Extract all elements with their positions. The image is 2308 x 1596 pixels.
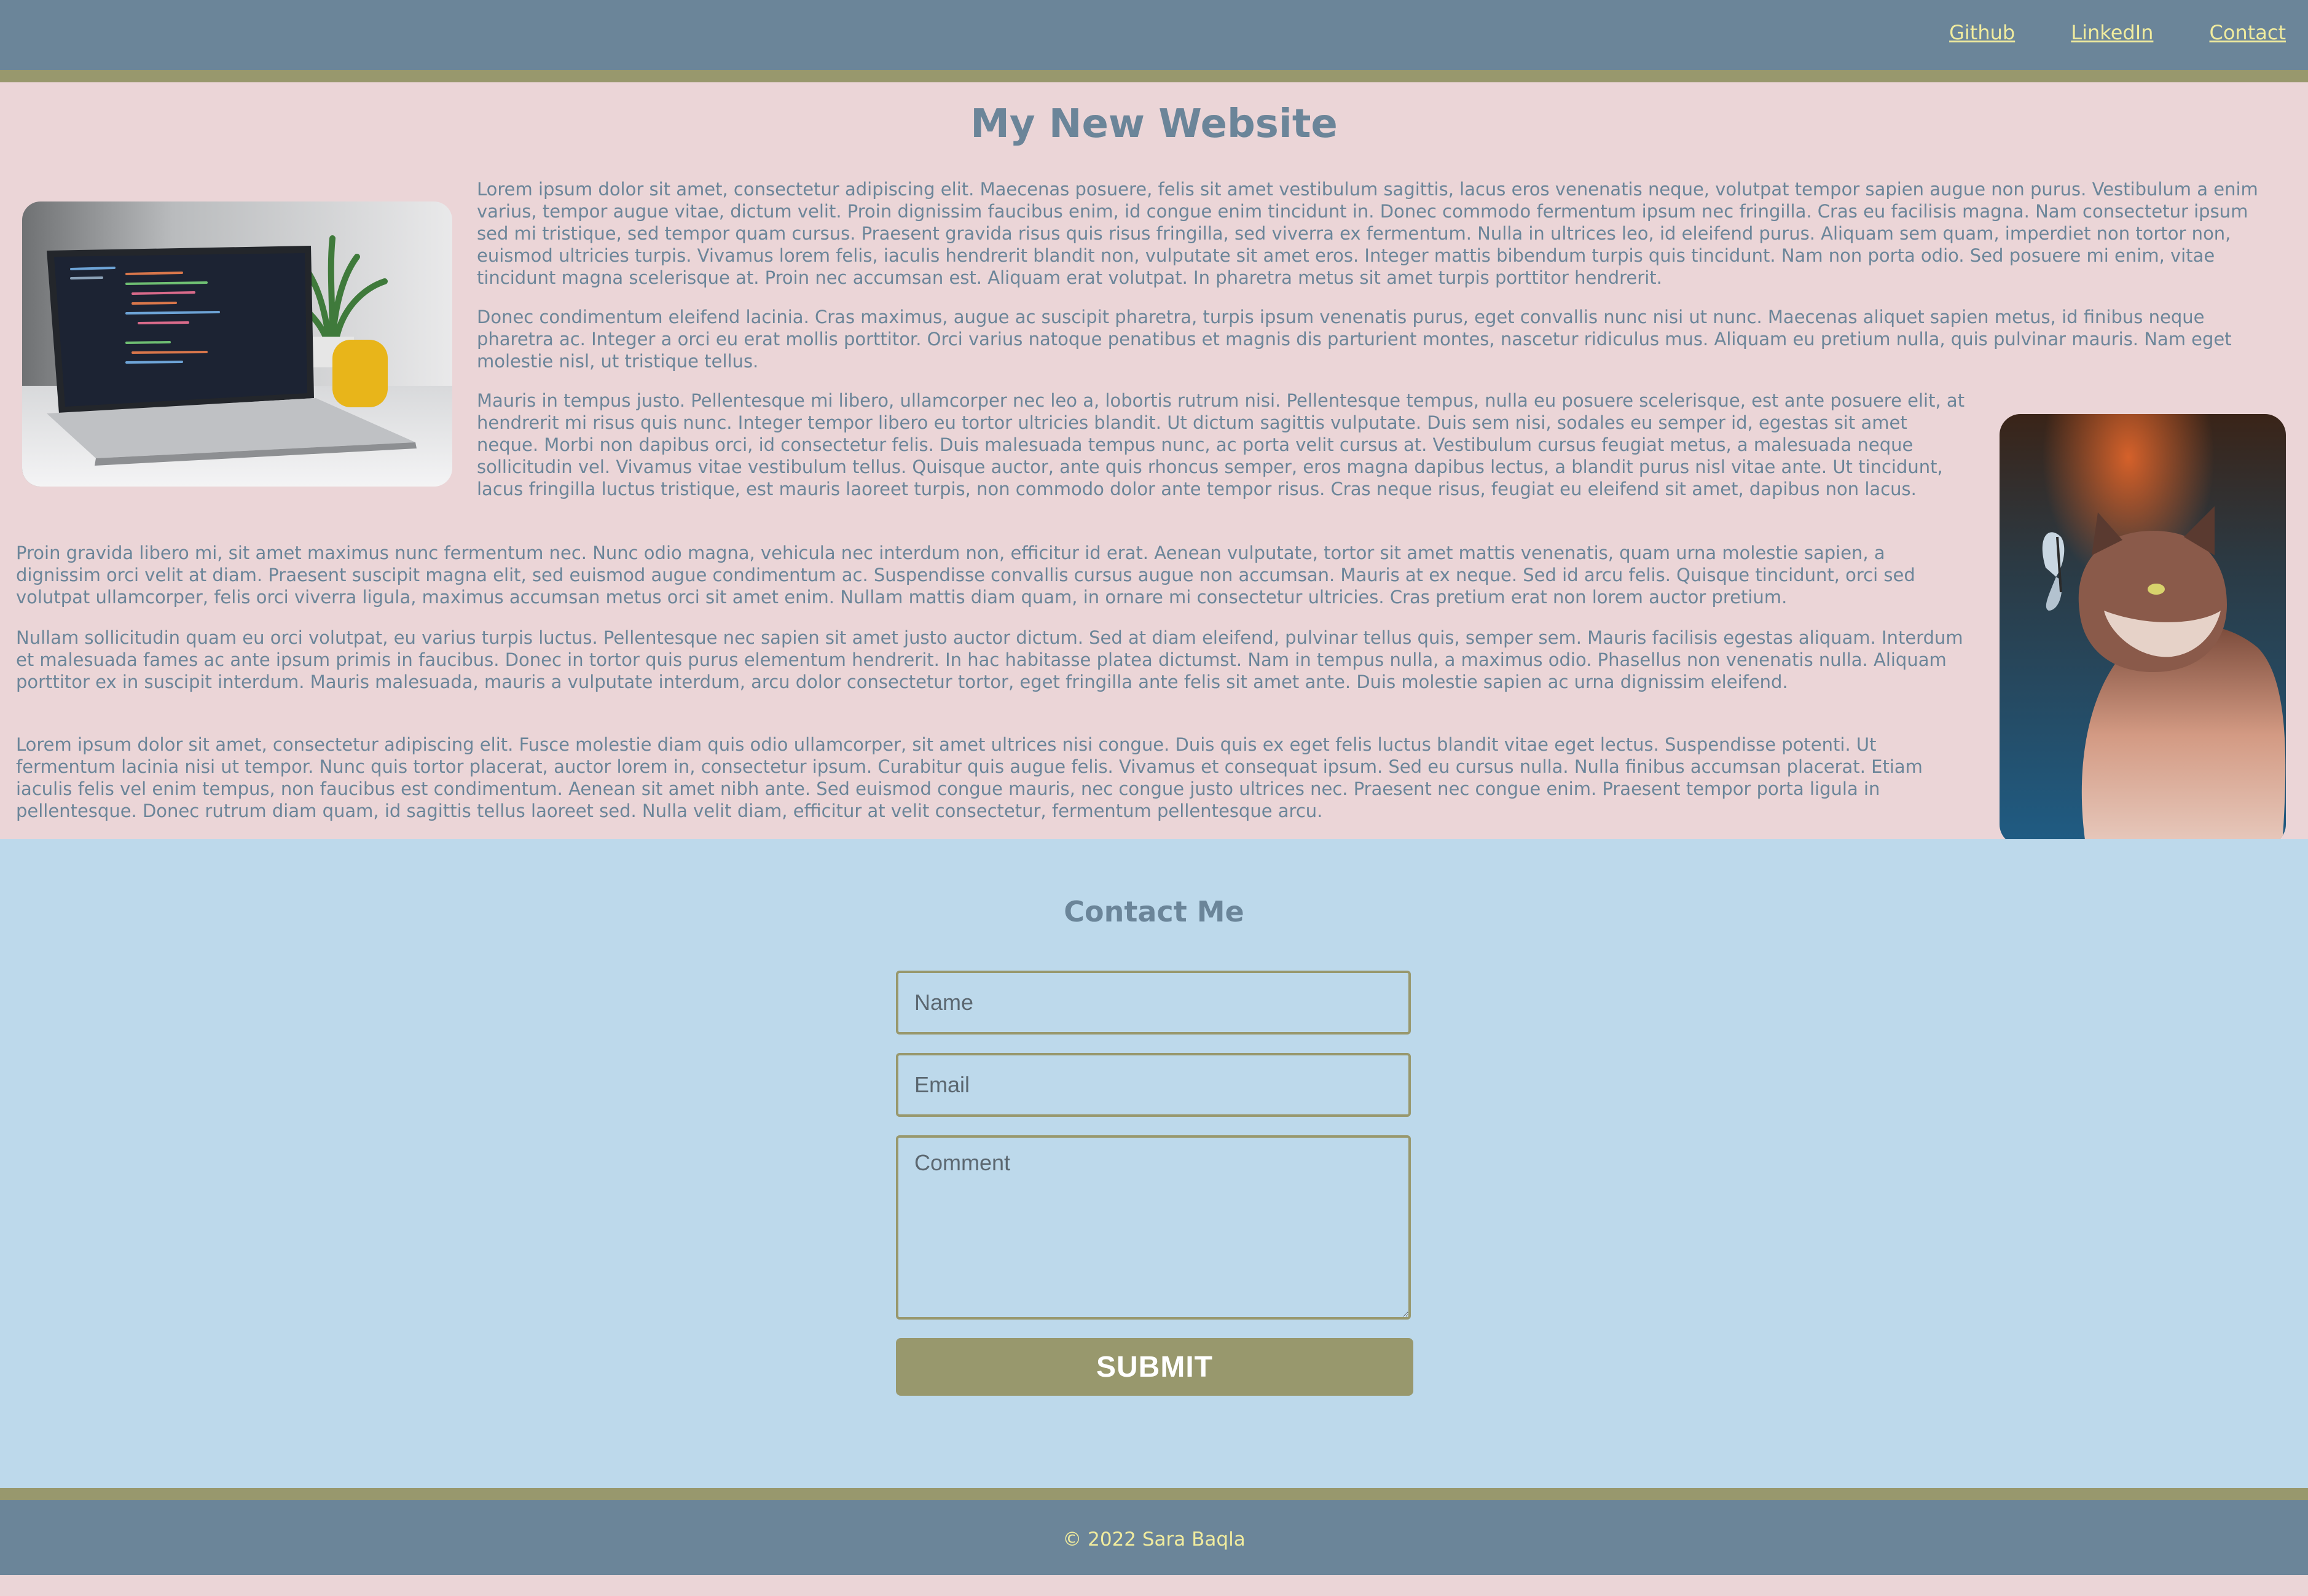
page-title: My New Website (970, 101, 1338, 147)
nav-link-contact[interactable]: Contact (2210, 21, 2286, 44)
comment-textarea[interactable] (896, 1135, 1411, 1320)
top-nav: Github LinkedIn Contact (0, 0, 2308, 70)
footer-accent-stripe (0, 1488, 2308, 1500)
contact-title: Contact Me (1064, 895, 1244, 928)
submit-button[interactable]: SUBMIT (896, 1338, 1413, 1396)
paragraph-4: Proin gravida libero mi, sit amet maximu… (16, 542, 1915, 608)
nav-links: Github LinkedIn Contact (1896, 21, 2286, 44)
nav-link-linkedin[interactable]: LinkedIn (2071, 21, 2153, 44)
cat-image (2000, 414, 2286, 845)
paragraph-2: Donec condimentum eleifend lacinia. Cras… (477, 307, 2232, 372)
nav-link-github[interactable]: Github (1949, 21, 2015, 44)
paragraph-5: Nullam sollicitudin quam eu orci volutpa… (16, 627, 1963, 692)
paragraph-3: Mauris in tempus justo. Pellentesque mi … (477, 390, 1965, 499)
nav-accent-stripe (0, 70, 2308, 82)
laptop-image (22, 201, 452, 487)
page: Github LinkedIn Contact My New Website L… (0, 0, 2308, 1596)
paragraph-6: Lorem ipsum dolor sit amet, consectetur … (16, 734, 1923, 821)
paragraph-1: Lorem ipsum dolor sit amet, consectetur … (477, 179, 2258, 288)
name-input[interactable] (896, 971, 1411, 1035)
footer-copyright: © 2022 Sara Baqla (1062, 1528, 1246, 1551)
email-input[interactable] (896, 1053, 1411, 1117)
